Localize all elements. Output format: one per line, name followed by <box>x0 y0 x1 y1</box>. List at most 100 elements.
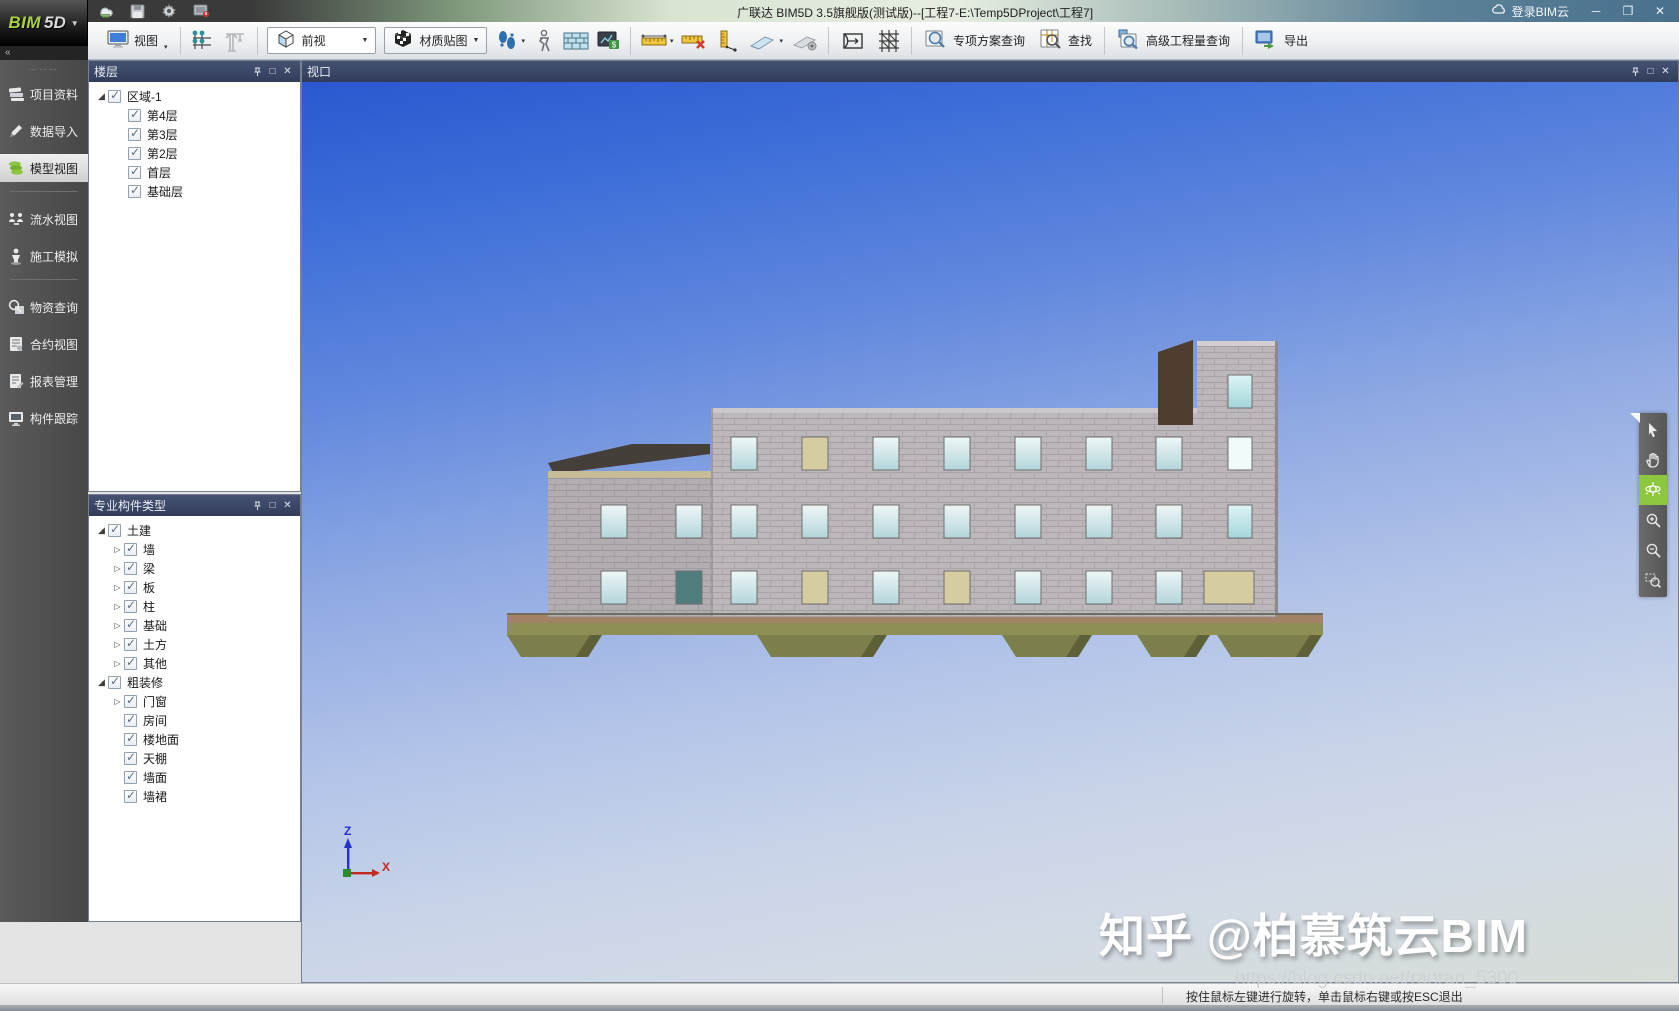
expand-icon[interactable]: ▷ <box>111 545 124 554</box>
component-row[interactable]: ▷基础 <box>89 616 300 635</box>
expand-icon[interactable]: ▷ <box>111 697 124 706</box>
checkbox-checked[interactable] <box>128 109 141 122</box>
save-icon[interactable] <box>128 2 146 20</box>
component-row[interactable]: 房间 <box>89 711 300 730</box>
find-button[interactable]: 查找 <box>1032 25 1099 56</box>
sidebar-item-report-mgmt[interactable]: 报表管理 <box>0 367 88 395</box>
floor-region-row[interactable]: ◢区域-1 <box>89 87 300 106</box>
axis-grid-button[interactable] <box>186 26 218 56</box>
nav-grip-handle[interactable]: ……… <box>0 64 88 72</box>
advanced-quantity-query-button[interactable]: 高级工程量查询 <box>1110 25 1237 56</box>
sidebar-collapse-strip[interactable]: « <box>0 46 88 60</box>
pin-icon[interactable] <box>250 64 265 79</box>
measure-button[interactable]: ▾ <box>636 28 678 54</box>
crane-button[interactable] <box>218 26 252 56</box>
component-row[interactable]: ▷墙 <box>89 540 300 559</box>
zoom-in-tool[interactable] <box>1639 505 1667 535</box>
pin-icon[interactable] <box>250 498 265 513</box>
sidebar-item-contract-view[interactable]: 合约视图 <box>0 330 88 358</box>
checkbox-checked[interactable] <box>124 790 137 803</box>
exit-screen-icon[interactable] <box>192 2 210 20</box>
component-group-row[interactable]: ◢粗装修 <box>89 673 300 692</box>
sidebar-item-project-info[interactable]: 项目资料 <box>0 80 88 108</box>
collapse-icon[interactable]: ◢ <box>95 525 108 536</box>
walkthrough-button[interactable]: ▾ <box>491 26 529 56</box>
sidebar-item-material-query[interactable]: 物资查询 <box>0 293 88 321</box>
expand-icon[interactable]: ▷ <box>111 621 124 630</box>
checkbox-checked[interactable] <box>128 185 141 198</box>
sidebar-item-construction-sim[interactable]: 施工模拟 <box>0 242 88 270</box>
export-button[interactable]: 导出 <box>1248 25 1315 56</box>
component-row[interactable]: ▷土方 <box>89 635 300 654</box>
cloud-sync-icon[interactable] <box>96 2 114 20</box>
sidebar-item-model-view[interactable]: 模型视图 <box>0 154 88 182</box>
close-panel-icon[interactable]: ✕ <box>280 64 295 79</box>
restore-button[interactable]: ❐ <box>1613 1 1643 21</box>
floor-row[interactable]: 第4层 <box>89 106 300 125</box>
pan-hand-tool[interactable] <box>1639 445 1667 475</box>
component-row[interactable]: ▷其他 <box>89 654 300 673</box>
view-button[interactable]: 视图 ▾ <box>100 26 175 55</box>
section-box-button[interactable] <box>834 25 872 57</box>
checkbox-checked[interactable] <box>124 733 137 746</box>
expand-icon[interactable]: ▷ <box>111 564 124 573</box>
close-panel-icon[interactable]: ✕ <box>280 498 295 513</box>
close-button[interactable]: ✕ <box>1645 1 1675 21</box>
wall-view-button[interactable] <box>559 27 593 55</box>
cost-screen-button[interactable]: $ <box>593 27 625 55</box>
select-cursor-tool[interactable] <box>1639 415 1667 445</box>
minimize-button[interactable]: ─ <box>1581 1 1611 21</box>
floor-row[interactable]: 基础层 <box>89 182 300 201</box>
settings-gear-icon[interactable] <box>160 2 178 20</box>
floor-row[interactable]: 第2层 <box>89 144 300 163</box>
checkbox-checked[interactable] <box>124 714 137 727</box>
checkbox-checked[interactable] <box>124 619 137 632</box>
checkbox-checked[interactable] <box>128 147 141 160</box>
zoom-out-tool[interactable] <box>1639 535 1667 565</box>
sidebar-item-component-track[interactable]: 构件跟踪 <box>0 404 88 432</box>
checkbox-checked[interactable] <box>124 600 137 613</box>
component-row[interactable]: 天棚 <box>89 749 300 768</box>
floor-row[interactable]: 首层 <box>89 163 300 182</box>
component-row[interactable]: 楼地面 <box>89 730 300 749</box>
login-bim-cloud-button[interactable]: 登录BIM云 <box>1481 0 1579 22</box>
component-row[interactable]: 墙裙 <box>89 787 300 806</box>
scaffold-button[interactable] <box>872 25 906 57</box>
person-view-button[interactable] <box>529 26 559 56</box>
component-row[interactable]: 墙面 <box>89 768 300 787</box>
vertical-measure-button[interactable] <box>713 26 743 56</box>
pin-icon[interactable] <box>1628 64 1643 79</box>
float-panel-icon[interactable]: □ <box>265 64 280 79</box>
sidebar-item-flow-view[interactable]: 流水视图 <box>0 205 88 233</box>
component-row[interactable]: ▷门窗 <box>89 692 300 711</box>
float-panel-icon[interactable]: □ <box>265 498 280 513</box>
collapse-icon[interactable]: ◢ <box>95 677 108 688</box>
expand-icon[interactable]: ▷ <box>111 640 124 649</box>
section-settings-button[interactable] <box>787 27 823 55</box>
view-direction-select[interactable]: 前视 ▼ <box>267 27 377 54</box>
component-group-row[interactable]: ◢土建 <box>89 521 300 540</box>
expand-icon[interactable]: ▷ <box>111 602 124 611</box>
clear-measure-button[interactable] <box>677 28 713 54</box>
component-row[interactable]: ▷板 <box>89 578 300 597</box>
checkbox-checked[interactable] <box>124 562 137 575</box>
sidebar-item-data-import[interactable]: 数据导入 <box>0 117 88 145</box>
checkbox-checked[interactable] <box>108 90 121 103</box>
model-3d-scene[interactable]: Z X 知乎 @柏慕筑云BIM <box>302 82 1678 982</box>
floor-row[interactable]: 第3层 <box>89 125 300 144</box>
app-logo[interactable]: BIM 5D ▼ <box>0 0 88 46</box>
tools-collapse-notch[interactable] <box>1630 413 1640 423</box>
checkbox-checked[interactable] <box>108 676 121 689</box>
checkbox-checked[interactable] <box>128 166 141 179</box>
checkbox-checked[interactable] <box>108 524 121 537</box>
float-panel-icon[interactable]: □ <box>1643 64 1658 79</box>
checkbox-checked[interactable] <box>124 638 137 651</box>
checkbox-checked[interactable] <box>124 771 137 784</box>
close-panel-icon[interactable]: ✕ <box>1658 64 1673 79</box>
zoom-window-tool[interactable] <box>1639 565 1667 595</box>
collapse-icon[interactable]: ◢ <box>95 91 108 102</box>
checkbox-checked[interactable] <box>124 581 137 594</box>
orbit-rotate-tool[interactable] <box>1639 475 1667 505</box>
material-map-select[interactable]: 材质贴图 ▼ <box>384 27 487 54</box>
expand-icon[interactable]: ▷ <box>111 583 124 592</box>
